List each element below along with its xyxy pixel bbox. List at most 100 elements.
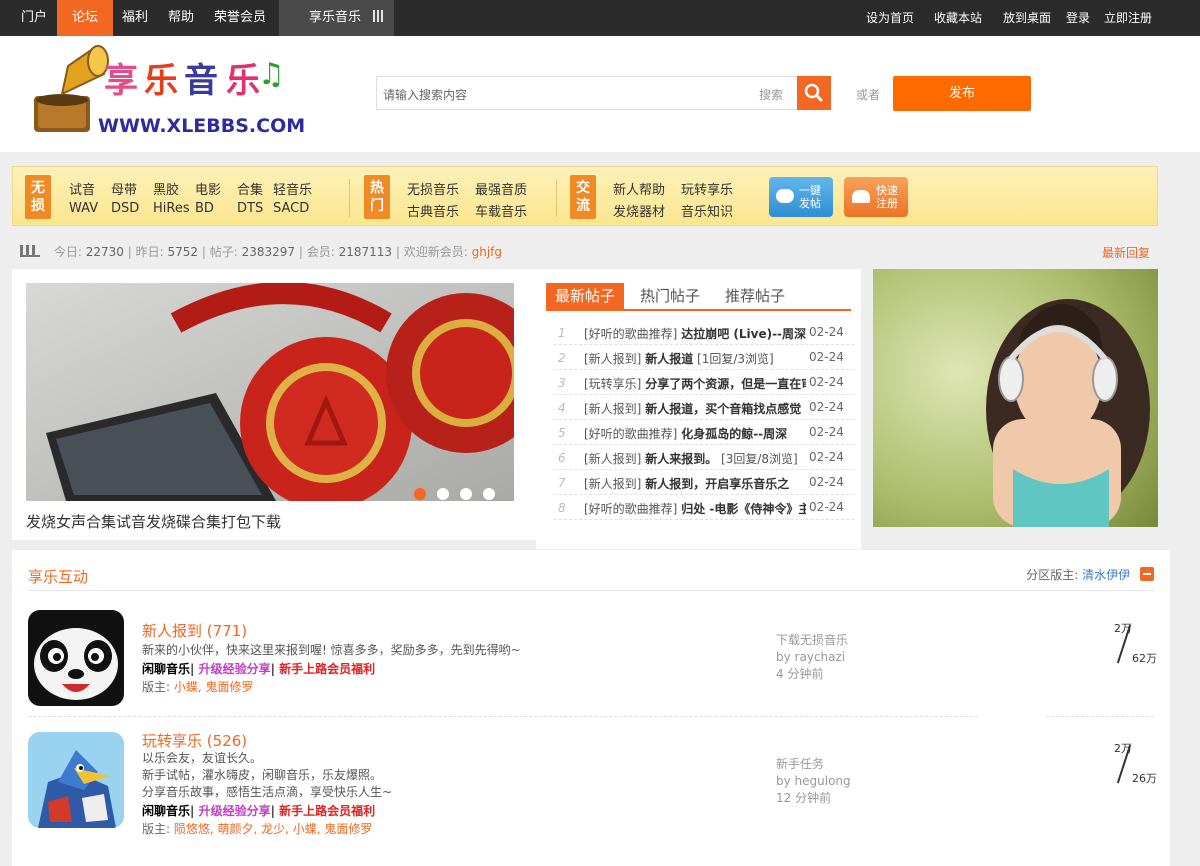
tab-hot-posts[interactable]: 热门帖子 [640, 283, 700, 309]
tab-latest-posts[interactable]: 最新帖子 [546, 283, 625, 309]
row-divider [28, 716, 978, 717]
link-chat-music[interactable]: 闲聊音乐 [142, 804, 190, 818]
slider-dot[interactable] [460, 488, 472, 500]
post-title-text: 归处 -电影《侍神令》主 [681, 502, 806, 516]
post-title[interactable]: [好听的歌曲推荐] 归处 -电影《侍神令》主 [584, 500, 806, 517]
bookmark-link[interactable]: 收藏本站 [934, 0, 982, 36]
post-rank: 3 [558, 376, 566, 390]
nav-link[interactable]: 最强音质 [475, 179, 527, 198]
falco-icon[interactable] [28, 732, 124, 828]
nav-welfare[interactable]: 福利 [113, 0, 157, 36]
nav-portal[interactable]: 门户 [12, 0, 56, 36]
post-row[interactable]: 1 [好听的歌曲推荐] 达拉崩吧 (Live)--周深 02-24 [554, 321, 854, 345]
post-date: 02-24 [809, 500, 844, 514]
board-count: (526) [206, 732, 248, 750]
moderator-links[interactable]: 小蝶, 鬼面修罗 [174, 680, 254, 694]
post-category: [新人报到] [584, 402, 642, 416]
promo-image[interactable] [873, 269, 1158, 527]
post-category: [玩转享乐] [584, 377, 642, 391]
link-exp-share[interactable]: 升级经验分享 [199, 662, 271, 676]
site-logo[interactable]: 享 乐 音 乐 ♫ WWW.XLEBBS.COM [28, 44, 328, 140]
link-newbie-welfare[interactable]: 新手上路会员福利 [279, 804, 375, 818]
nav-link[interactable]: 玩转享乐 [681, 179, 733, 198]
nav-help[interactable]: 帮助 [159, 0, 203, 36]
post-row[interactable]: 6 [新人报到] 新人来报到。 [3回复/8浏览] 02-24 [554, 446, 854, 470]
nav-link[interactable]: 轻音乐 [273, 179, 312, 198]
nav-link[interactable]: 音乐知识 [681, 201, 733, 220]
post-row[interactable]: 4 [新人报到] 新人报道，买个音箱找点感觉 02-24 [554, 396, 854, 420]
nav-music[interactable]: 享乐音乐 [279, 0, 394, 36]
post-title[interactable]: [新人报到] 新人报道，买个音箱找点感觉 [584, 400, 806, 417]
search-button[interactable] [797, 76, 831, 110]
nav-music-label: 享乐音乐 [309, 10, 362, 25]
section-divider [28, 590, 1154, 591]
site-stats: 今日: 22730 | 昨日: 5752 | 帖子: 2383297 | 会员:… [20, 243, 502, 260]
post-row[interactable]: 8 [好听的歌曲推荐] 归处 -电影《侍神令》主 02-24 [554, 496, 854, 520]
collapse-icon[interactable] [1140, 567, 1154, 581]
tab-recommended-posts[interactable]: 推荐帖子 [725, 283, 785, 309]
post-rank: 5 [558, 426, 566, 440]
post-row[interactable]: 7 [新人报到] 新人报到，开启享乐音乐之 02-24 [554, 471, 854, 495]
post-title[interactable]: [新人报到] 新人报到，开启享乐音乐之 [584, 475, 806, 492]
section-title[interactable]: 享乐互动 [28, 566, 88, 587]
publish-button[interactable]: 发布 [893, 76, 1031, 111]
nav-link[interactable]: HiRes [153, 201, 190, 216]
quick-register-label: 快速 注册 [876, 184, 898, 210]
nav-link[interactable]: 合集 [237, 179, 263, 198]
last-post-title[interactable]: 新手任务 [776, 756, 851, 773]
nav-link[interactable]: WAV [69, 201, 98, 216]
slider-dot[interactable] [414, 488, 426, 500]
login-link[interactable]: 登录 [1066, 0, 1090, 36]
slide-caption[interactable]: 发烧女声合集试音发烧碟合集打包下载 [26, 511, 281, 532]
moderator-links[interactable]: 陨悠悠, 萌颜夕, 龙少, 小蝶, 鬼面修罗 [174, 822, 373, 836]
post-title[interactable]: [好听的歌曲推荐] 化身孤岛的鲸--周深 [584, 425, 806, 442]
divider [556, 179, 557, 217]
post-row[interactable]: 5 [好听的歌曲推荐] 化身孤岛的鲸--周深 02-24 [554, 421, 854, 445]
link-exp-share[interactable]: 升级经验分享 [199, 804, 271, 818]
nav-link[interactable]: 古典音乐 [407, 201, 459, 220]
nav-link[interactable]: 试音 [69, 179, 95, 198]
post-row[interactable]: 3 [玩转享乐] 分享了两个资源，但是一直在审 02-24 [554, 371, 854, 395]
quick-post-button[interactable]: 一键 发帖 [769, 177, 833, 217]
quick-register-button[interactable]: 快速 注册 [844, 177, 908, 217]
slide-image[interactable] [26, 283, 514, 501]
nav-link[interactable]: 黑胶 [153, 179, 179, 198]
desktop-link[interactable]: 放到桌面 [1003, 0, 1051, 36]
link-newbie-welfare[interactable]: 新手上路会员福利 [279, 662, 375, 676]
section-moderator: 分区版主: 清水伊伊 [1026, 566, 1154, 583]
nav-link[interactable]: DSD [111, 201, 139, 216]
slider-dot[interactable] [483, 488, 495, 500]
nav-link[interactable]: DTS [237, 201, 263, 216]
nav-link[interactable]: 母带 [111, 179, 137, 198]
nav-link[interactable]: SACD [273, 201, 309, 216]
post-title[interactable]: [新人报到] 新人来报到。 [3回复/8浏览] [584, 450, 806, 467]
yesterday-count: 5752 [167, 245, 198, 259]
post-row[interactable]: 2 [新人报到] 新人报道 [1回复/3浏览] 02-24 [554, 346, 854, 370]
board-name[interactable]: 新人报到 (771) [142, 620, 247, 641]
register-link[interactable]: 立即注册 [1104, 0, 1152, 36]
panda-icon[interactable] [28, 610, 124, 706]
link-chat-music[interactable]: 闲聊音乐 [142, 662, 190, 676]
moderator-link[interactable]: 清水伊伊 [1082, 568, 1130, 582]
search-input[interactable]: 请输入搜索内容 搜索 [376, 76, 798, 110]
nav-link[interactable]: 新人帮助 [613, 179, 665, 198]
board-name[interactable]: 玩转享乐 (526) [142, 730, 247, 751]
post-title[interactable]: [新人报到] 新人报道 [1回复/3浏览] [584, 350, 806, 367]
post-title[interactable]: [玩转享乐] 分享了两个资源，但是一直在审 [584, 375, 806, 392]
post-count: 26万 [1132, 772, 1157, 785]
nav-link[interactable]: 无损音乐 [407, 179, 459, 198]
nav-link[interactable]: 发烧器材 [613, 201, 665, 220]
nav-link[interactable]: 电影 [195, 179, 221, 198]
latest-reply-link[interactable]: 最新回复 [1102, 244, 1150, 261]
last-post-title[interactable]: 下载无损音乐 [776, 632, 848, 649]
new-member-link[interactable]: ghjfg [472, 245, 502, 259]
nav-forum[interactable]: 论坛 [57, 0, 113, 36]
set-homepage-link[interactable]: 设为首页 [866, 0, 914, 36]
nav-link[interactable]: 车载音乐 [475, 201, 527, 220]
posts-panel: 最新帖子 热门帖子 推荐帖子 1 [好听的歌曲推荐] 达拉崩吧 (Live)--周… [536, 269, 861, 549]
search-scope-label[interactable]: 搜索 [759, 86, 783, 103]
nav-honor-member[interactable]: 荣誉会员 [205, 0, 275, 36]
post-title[interactable]: [好听的歌曲推荐] 达拉崩吧 (Live)--周深 [584, 325, 806, 342]
nav-link[interactable]: BD [195, 201, 214, 216]
slider-dot[interactable] [437, 488, 449, 500]
